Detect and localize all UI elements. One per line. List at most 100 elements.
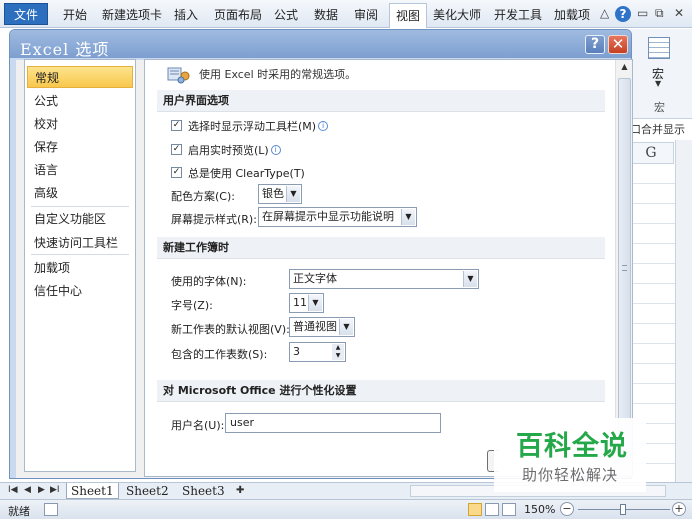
dialog-title: Excel 选项	[20, 40, 110, 59]
scroll-thumb[interactable]	[618, 78, 631, 460]
chevron-down-icon[interactable]: ▼	[463, 271, 477, 287]
spin-up-icon[interactable]: ▲	[332, 344, 344, 352]
chevron-down-icon[interactable]: ▼	[339, 319, 353, 335]
tab-review[interactable]: 审阅	[354, 6, 378, 23]
help-icon[interactable]: ?	[615, 6, 631, 22]
ribbon-tab-bar: 文件 开始 新建选项卡 插入 页面布局 公式 数据 审阅 视图 美化大师 开发工…	[0, 0, 692, 28]
dialog-close-button[interactable]: ✕	[608, 35, 628, 54]
macro-icon[interactable]	[648, 37, 670, 59]
restore-icon[interactable]: ⧉	[655, 6, 664, 21]
watermark-title: 百科全说	[516, 431, 628, 462]
tab-file[interactable]: 文件	[4, 3, 48, 25]
chevron-down-icon[interactable]: ▼	[401, 209, 415, 225]
screentip-label: 屏幕提示样式(R):	[171, 213, 257, 226]
close-workbook-icon[interactable]: ✕	[674, 6, 684, 20]
checkbox-mini-toolbar[interactable]: ✓	[171, 120, 182, 131]
scroll-up-icon[interactable]: ▲	[618, 62, 631, 75]
sheet-vertical-scrollbar[interactable]	[675, 140, 692, 482]
nav-divider	[31, 206, 129, 207]
zoom-in-icon[interactable]: +	[672, 502, 686, 516]
sheet-tab-2[interactable]: Sheet2	[126, 483, 169, 499]
status-ready: 就绪	[8, 505, 30, 518]
last-sheet-icon[interactable]: ▶I	[50, 485, 60, 495]
dialog-help-button[interactable]: ?	[585, 35, 605, 54]
spin-down-icon[interactable]: ▼	[332, 352, 344, 360]
first-sheet-icon[interactable]: I◀	[8, 485, 18, 495]
nav-item-customize-ribbon[interactable]: 自定义功能区	[27, 208, 133, 230]
default-view-label: 新工作表的默认视图(V):	[171, 323, 290, 336]
zoom-out-icon[interactable]: −	[560, 502, 574, 516]
content-scrollbar[interactable]: ▲	[615, 60, 632, 476]
nav-divider	[31, 254, 129, 255]
normal-view-button[interactable]	[468, 503, 482, 516]
nav-item-quick-access[interactable]: 快速访问工具栏	[27, 232, 133, 254]
macro-group-label: 宏	[654, 101, 665, 114]
page-break-view-button[interactable]	[502, 503, 516, 516]
mini-toolbar-label: 选择时显示浮动工具栏(M) i	[188, 118, 329, 134]
tab-page-layout[interactable]: 页面布局	[214, 6, 262, 23]
live-preview-label: 启用实时预览(L) i	[188, 142, 281, 158]
page-layout-view-button[interactable]	[485, 503, 499, 516]
nav-item-trust-center[interactable]: 信任中心	[27, 280, 133, 302]
color-scheme-select[interactable]: 银色 ▼	[258, 184, 302, 204]
section-new-workbook: 新建工作簿时	[157, 237, 605, 259]
checkbox-cleartype[interactable]: ✓	[171, 167, 182, 178]
checkbox-live-preview[interactable]: ✓	[171, 144, 182, 155]
screentip-value: 在屏幕提示中显示功能说明	[262, 210, 394, 223]
nav-item-language[interactable]: 语言	[27, 159, 133, 181]
tab-developer[interactable]: 开发工具	[494, 6, 542, 23]
tab-beautify[interactable]: 美化大师	[433, 6, 481, 23]
nav-item-formulas[interactable]: 公式	[27, 90, 133, 112]
column-header[interactable]: G	[628, 142, 674, 164]
default-view-select[interactable]: 普通视图 ▼	[289, 317, 355, 337]
nav-item-save[interactable]: 保存	[27, 136, 133, 158]
settings-icon	[167, 67, 190, 84]
options-content: 使用 Excel 时采用的常规选项。 用户界面选项 ✓ 选择时显示浮动工具栏(M…	[144, 59, 633, 477]
nav-item-proofing[interactable]: 校对	[27, 113, 133, 135]
nav-item-general[interactable]: 常规	[27, 66, 133, 88]
default-view-value: 普通视图	[293, 320, 337, 333]
tab-home[interactable]: 开始	[63, 6, 87, 23]
tab-formulas[interactable]: 公式	[274, 6, 298, 23]
color-scheme-label: 配色方案(C):	[171, 190, 235, 203]
info-icon[interactable]: i	[270, 145, 281, 155]
chevron-down-icon[interactable]: ▼	[655, 79, 661, 88]
grip-icon	[622, 265, 627, 271]
screentip-select[interactable]: 在屏幕提示中显示功能说明 ▼	[258, 207, 417, 227]
prev-sheet-icon[interactable]: ◀	[24, 485, 31, 495]
tab-insert[interactable]: 插入	[174, 6, 198, 23]
options-nav: 常规 公式 校对 保存 语言 高级 自定义功能区 快速访问工具栏 加载项 信任中…	[24, 59, 136, 472]
collapse-ribbon-icon[interactable]: △	[600, 6, 609, 20]
insert-sheet-icon[interactable]: ✚	[236, 485, 244, 496]
chevron-down-icon[interactable]: ▼	[286, 186, 300, 202]
zoom-level[interactable]: 150%	[524, 503, 555, 516]
font-size-value: 11	[293, 296, 307, 309]
info-icon[interactable]: i	[318, 121, 329, 131]
font-select[interactable]: 正文字体 ▼	[289, 269, 479, 289]
sheet-tab-3[interactable]: Sheet3	[182, 483, 225, 499]
record-macro-icon[interactable]	[44, 503, 58, 516]
chevron-down-icon[interactable]: ▼	[308, 295, 322, 311]
minimize-icon[interactable]: ▭	[637, 6, 648, 20]
sheet-tab-1[interactable]: Sheet1	[66, 483, 119, 499]
tab-view[interactable]: 视图	[389, 3, 428, 28]
font-size-label: 字号(Z):	[171, 299, 213, 312]
username-input[interactable]: user	[225, 413, 441, 433]
cleartype-label: 总是使用 ClearType(T)	[188, 167, 305, 180]
nav-item-advanced[interactable]: 高级	[27, 182, 133, 204]
status-bar: 就绪 150% − +	[0, 499, 692, 519]
intro-text: 使用 Excel 时采用的常规选项。	[199, 68, 357, 81]
nav-item-addins[interactable]: 加载项	[27, 257, 133, 279]
next-sheet-icon[interactable]: ▶	[38, 485, 45, 495]
tab-addins[interactable]: 加载项	[554, 6, 590, 23]
zoom-slider-thumb[interactable]	[620, 504, 626, 515]
watermark: 百科全说 助你轻松解决	[494, 418, 646, 492]
tab-data[interactable]: 数据	[314, 6, 338, 23]
font-size-select[interactable]: 11 ▼	[289, 293, 324, 313]
excel-options-dialog: Excel 选项 ? ✕ 常规 公式 校对 保存 语言 高级 自定义功能区 快速…	[9, 29, 633, 479]
sheet-count-stepper[interactable]: 3 ▲ ▼	[289, 342, 346, 362]
merge-label[interactable]: 口合并显示	[630, 121, 685, 137]
tab-new[interactable]: 新建选项卡	[102, 6, 162, 23]
sheet-count-value: 3	[293, 345, 300, 358]
watermark-subtitle: 助你轻松解决	[522, 466, 619, 484]
